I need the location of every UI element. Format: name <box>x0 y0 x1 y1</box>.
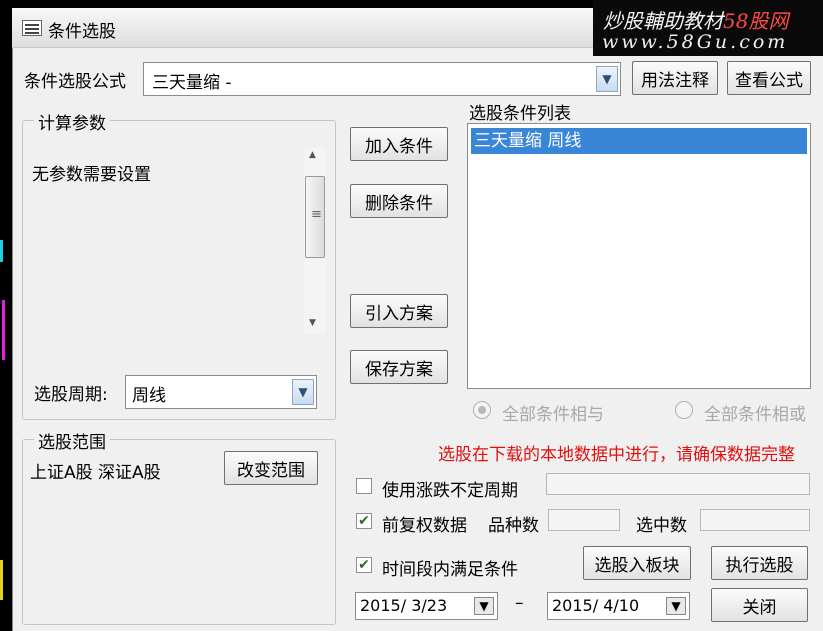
execute-button[interactable]: 执行选股 <box>711 546 808 580</box>
scope-group-label: 选股范围 <box>34 428 110 453</box>
params-group-label: 计算参数 <box>34 109 110 134</box>
period-value: 周线 <box>132 386 166 406</box>
condition-list-label: 选股条件列表 <box>469 104 571 124</box>
variable-period-checkbox[interactable] <box>356 478 372 494</box>
pre-adjusted-checkbox[interactable]: ✔ <box>356 513 372 529</box>
period-condition-checkbox[interactable]: ✔ <box>356 557 372 573</box>
formula-select[interactable]: 三天量缩 - ▼ <box>143 62 621 96</box>
chevron-down-icon[interactable]: ▼ <box>596 66 618 92</box>
data-warning-note: 选股在下载的本地数据中进行，请确保数据完整 <box>438 445 795 465</box>
chevron-down-icon[interactable]: ▼ <box>292 379 314 405</box>
scroll-down-icon[interactable]: ▼ <box>309 318 316 328</box>
selected-count-field <box>700 509 810 531</box>
scope-value: 上证A股 深证A股 <box>30 463 161 483</box>
period-label: 选股周期: <box>34 385 108 405</box>
params-scrollbar[interactable]: ▲ ≡ ▼ <box>304 148 326 334</box>
delete-condition-button[interactable]: 删除条件 <box>350 184 448 218</box>
formula-value: 三天量缩 - <box>152 73 232 93</box>
date-separator: – <box>515 593 524 613</box>
calendar-dropdown-icon[interactable]: ▼ <box>474 597 494 615</box>
start-date-picker[interactable]: 2015/ 3/23 ▼ <box>355 592 498 620</box>
end-date-value: 2015/ 4/10 <box>552 596 640 615</box>
background-line <box>2 300 5 360</box>
list-item[interactable]: 三天量缩 周线 <box>471 128 807 154</box>
watermark-line1: 炒股輔助教材58股网 <box>603 9 789 33</box>
background-line <box>0 240 3 262</box>
start-date-value: 2015/ 3/23 <box>360 596 448 615</box>
change-scope-button[interactable]: 改变范围 <box>224 451 318 485</box>
usage-note-button[interactable]: 用法注释 <box>632 61 718 95</box>
period-condition-label: 时间段内满足条件 <box>382 560 518 580</box>
scroll-thumb[interactable]: ≡ <box>305 176 325 258</box>
radio-and-label: 全部条件相与 <box>502 405 604 425</box>
window-title: 条件选股 <box>48 22 116 42</box>
scroll-up-icon[interactable]: ▲ <box>309 150 316 160</box>
add-to-block-button[interactable]: 选股入板块 <box>583 546 691 580</box>
radio-or-label: 全部条件相或 <box>704 405 806 425</box>
variety-count-label: 品种数 <box>488 516 539 536</box>
condition-list[interactable]: 三天量缩 周线 <box>467 123 811 389</box>
close-button[interactable]: 关闭 <box>711 588 808 622</box>
variety-count-field <box>548 509 620 531</box>
import-plan-button[interactable]: 引入方案 <box>350 294 448 328</box>
period-select[interactable]: 周线 ▼ <box>125 375 317 409</box>
window-icon <box>22 20 42 36</box>
pre-adjusted-label: 前复权数据 <box>382 516 467 536</box>
selected-count-label: 选中数 <box>636 516 687 536</box>
radio-or[interactable] <box>675 401 693 419</box>
formula-label: 条件选股公式 <box>24 72 126 92</box>
radio-and[interactable] <box>473 401 491 419</box>
background-line <box>0 560 3 600</box>
variable-period-field[interactable] <box>546 473 810 495</box>
watermark-line2: www.58Gu.com <box>602 31 789 53</box>
grip-icon: ≡ <box>311 207 322 222</box>
params-text: 无参数需要设置 <box>32 165 151 185</box>
save-plan-button[interactable]: 保存方案 <box>350 350 448 384</box>
variable-period-label: 使用涨跌不定周期 <box>382 481 518 501</box>
view-formula-button[interactable]: 查看公式 <box>727 61 811 95</box>
calendar-dropdown-icon[interactable]: ▼ <box>666 597 686 615</box>
add-condition-button[interactable]: 加入条件 <box>350 127 448 161</box>
end-date-picker[interactable]: 2015/ 4/10 ▼ <box>547 592 690 620</box>
